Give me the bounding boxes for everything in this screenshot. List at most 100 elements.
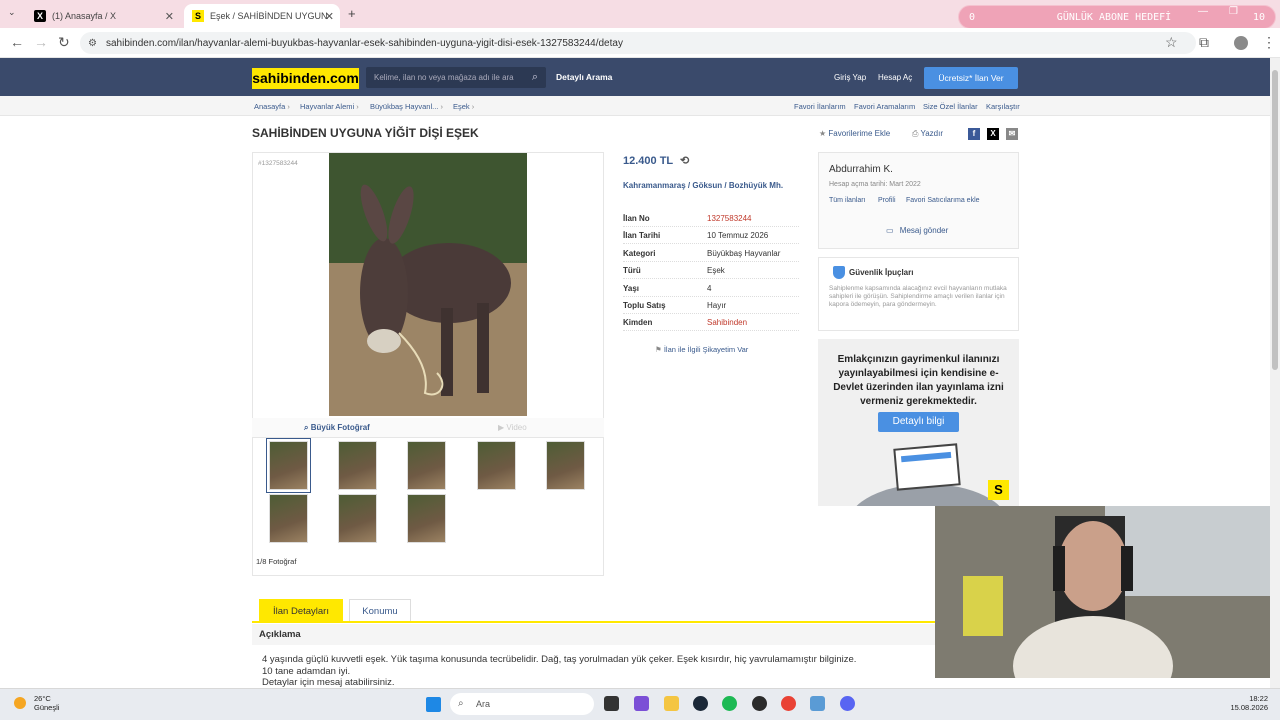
back-icon[interactable]: ← [10, 34, 24, 50]
seller-favorite-link[interactable]: Favori Satıcılarıma ekle [906, 197, 980, 204]
description-heading: Açıklama [252, 624, 936, 645]
steam-icon[interactable] [693, 696, 708, 711]
detail-row: Kategori Büyükbaş Hayvanlar [623, 245, 799, 262]
spotify-icon[interactable] [722, 696, 737, 711]
new-tab-button[interactable]: + [348, 6, 356, 21]
detail-row: Kimden Sahibinden [623, 314, 799, 331]
extensions-icon[interactable]: ⧉ [1199, 34, 1209, 51]
x-logo-icon: X [34, 10, 46, 22]
location-neighborhood[interactable]: Bozhüyük Mh. [729, 181, 783, 190]
detail-key: Yaşı [623, 284, 640, 293]
system-clock[interactable]: 18:22 15.08.2026 [1226, 694, 1268, 712]
play-icon: ▶ [498, 423, 505, 432]
send-message-button[interactable]: ▭ Mesaj gönder [886, 226, 948, 235]
complaint-label: İlan ile İlgili Şikayetim Var [663, 345, 749, 354]
search-icon[interactable]: ⌕ [532, 67, 538, 88]
overlay-left-value: 0 [969, 11, 976, 23]
photo-thumbnail[interactable] [546, 441, 585, 490]
tab-x[interactable]: X (1) Anasayfa / X ✕ [26, 4, 180, 28]
maximize-icon[interactable]: ❐ [1229, 6, 1238, 17]
detail-row: Türü Eşek [623, 262, 799, 279]
file-explorer-icon[interactable] [604, 696, 619, 711]
location-city[interactable]: Kahramanmaraş [623, 181, 686, 190]
settings-icon[interactable] [810, 696, 825, 711]
post-ad-button[interactable]: Ücretsiz* İlan Ver [924, 67, 1018, 89]
detail-row: Toplu Satış Hayır [623, 297, 799, 314]
search-input[interactable]: Kelime, ilan no veya mağaza adı ile ara … [366, 67, 546, 88]
seller-profile-link[interactable]: Profili [878, 197, 896, 204]
detail-key: İlan Tarihi [623, 231, 661, 240]
address-bar-row: ← → ↻ ⚙ sahibinden.com/ilan/hayvanlar-al… [0, 28, 1280, 58]
register-link[interactable]: Hesap Aç [878, 73, 912, 82]
site-info-icon[interactable]: ⚙ [88, 38, 97, 49]
photo-thumbnail[interactable] [407, 494, 446, 543]
seller-all-listings-link[interactable]: Tüm ilanları [829, 197, 866, 204]
photo-thumbnail[interactable] [266, 438, 311, 493]
breadcrumb-item[interactable]: Büyükbaş Hayvanl... [370, 102, 443, 111]
reload-icon[interactable]: ↻ [58, 34, 70, 51]
breadcrumb-item[interactable]: Anasayfa [254, 102, 290, 111]
weather-icon[interactable] [14, 697, 26, 709]
main-photo[interactable] [329, 153, 527, 416]
photo-thumbnail[interactable] [477, 441, 516, 490]
favorite-searches-link[interactable]: Favori Aramalarım [854, 102, 915, 111]
url-field[interactable]: ⚙ sahibinden.com/ilan/hayvanlar-alemi-bu… [80, 32, 1196, 54]
photo-thumbnail[interactable] [407, 441, 446, 490]
detail-value: Büyükbaş Hayvanlar [707, 249, 781, 258]
complaint-link[interactable]: ⚑ İlan ile İlgili Şikayetim Var [655, 345, 748, 354]
special-listings-link[interactable]: Size Özel İlanlar [923, 102, 978, 111]
location-district[interactable]: Göksun [692, 181, 722, 190]
detail-value: 4 [707, 284, 712, 293]
listing-id-label: #1327583244 [258, 160, 298, 167]
breadcrumb-item[interactable]: Hayvanlar Alemi [300, 102, 359, 111]
scrollbar-thumb[interactable] [1272, 70, 1278, 370]
tab-location[interactable]: Konumu [349, 599, 411, 622]
site-header: sahibinden.com Kelime, ilan no veya mağa… [0, 58, 1270, 96]
favorite-listings-link[interactable]: Favori İlanlarım [794, 102, 846, 111]
print-button[interactable]: ⎙ Yazdır [912, 129, 943, 139]
photo-thumbnail[interactable] [338, 494, 377, 543]
tab-listing-details[interactable]: İlan Detayları [259, 599, 343, 622]
minimize-icon[interactable]: — [1198, 6, 1208, 17]
detail-key: Kimden [623, 318, 653, 327]
big-photo-label: Büyük Fotoğraf [310, 423, 370, 432]
chrome-icon[interactable] [781, 696, 796, 711]
detail-key: Türü [623, 266, 641, 275]
profile-avatar[interactable] [1234, 36, 1248, 50]
url-text: sahibinden.com/ilan/hayvanlar-alemi-buyu… [106, 37, 623, 49]
facebook-icon[interactable]: f [968, 128, 980, 140]
login-link[interactable]: Giriş Yap [834, 73, 866, 82]
app-icon[interactable] [634, 696, 649, 711]
folder-icon[interactable] [664, 696, 679, 711]
breadcrumb: Anasayfa Hayvanlar Alemi Büyükbaş Hayvan… [0, 96, 1270, 116]
x-share-icon[interactable]: X [987, 128, 999, 140]
taskbar-search[interactable]: ⌕ Ara [450, 693, 594, 715]
forward-icon[interactable]: → [34, 34, 48, 50]
weather-widget[interactable]: 26°C Güneşli [34, 694, 59, 712]
obs-icon[interactable] [752, 696, 767, 711]
big-photo-button[interactable]: ⌕ Büyük Fotoğraf [304, 423, 370, 433]
edevlet-ad[interactable]: Emlakçınızın gayrimenkul ilanınızı yayın… [818, 339, 1019, 506]
detail-key: Toplu Satış [623, 301, 666, 310]
price-value: 12.400 TL [623, 155, 673, 167]
tab-list-icon[interactable]: ⌄ [8, 7, 16, 18]
menu-icon[interactable]: ⋮ [1262, 34, 1276, 51]
detailed-search-link[interactable]: Detaylı Arama [556, 72, 612, 82]
close-icon[interactable]: ✕ [325, 10, 334, 23]
add-favorite-button[interactable]: ★ Favorilerime Ekle [819, 129, 890, 138]
site-logo[interactable]: sahibinden.com [252, 68, 359, 89]
price-history-icon[interactable]: ⟲ [680, 155, 689, 167]
taskbar-search-label: Ara [476, 699, 491, 709]
discord-icon[interactable] [840, 696, 855, 711]
search-icon: ⌕ [458, 698, 464, 709]
breadcrumb-item[interactable]: Eşek [453, 102, 474, 111]
windows-start-icon[interactable] [426, 697, 441, 712]
mail-icon[interactable]: ✉ [1006, 128, 1018, 140]
compare-link[interactable]: Karşılaştır [986, 102, 1020, 111]
photo-thumbnail[interactable] [269, 494, 308, 543]
tab-title: (1) Anasayfa / X [52, 11, 117, 21]
tab-sahibinden[interactable]: S Eşek / SAHİBİNDEN UYGUNA Yİ ✕ [184, 4, 340, 28]
bookmark-star-icon[interactable]: ☆ [1165, 34, 1178, 51]
close-icon[interactable]: ✕ [165, 10, 174, 23]
photo-thumbnail[interactable] [338, 441, 377, 490]
